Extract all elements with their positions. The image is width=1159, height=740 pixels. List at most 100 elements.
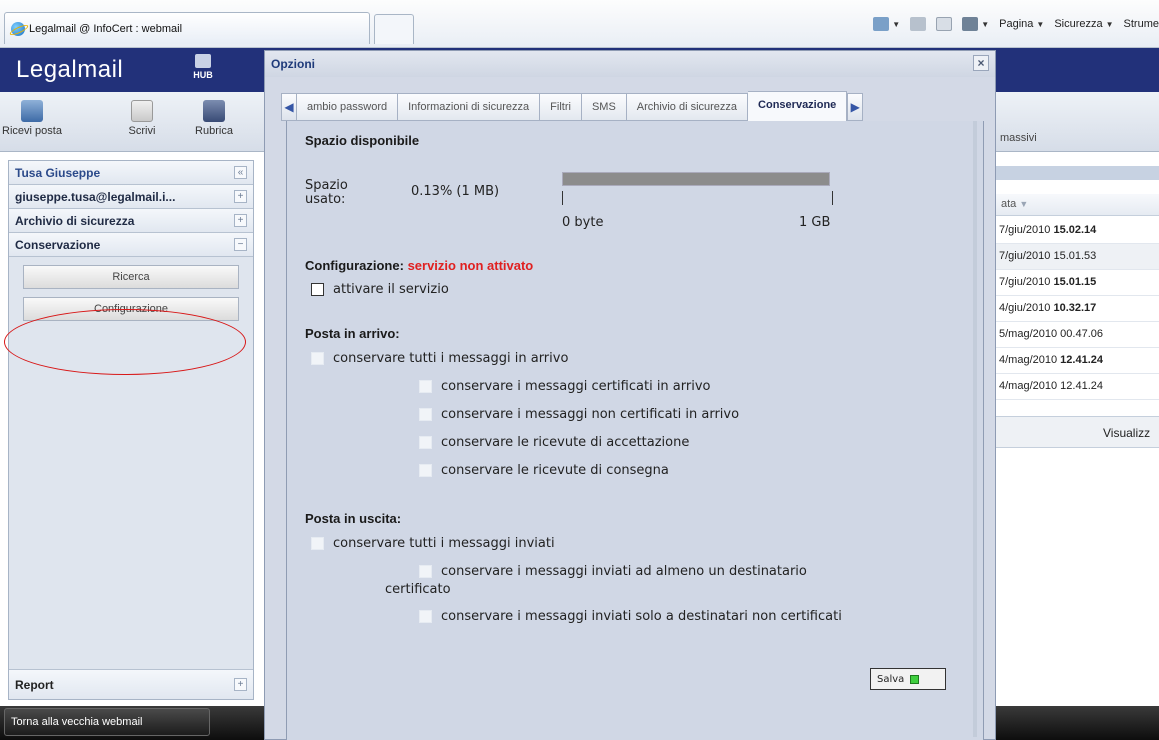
used-label-line1: Spazio (305, 178, 348, 193)
new-tab-button[interactable] (374, 14, 414, 44)
conservation-panel (286, 121, 984, 740)
table-row[interactable]: 7/giu/2010 15.01.53 (995, 244, 1159, 270)
massivi-label[interactable]: massivi (1000, 132, 1037, 144)
write-button[interactable]: Scrivi (112, 100, 172, 137)
row-date: 4/mag/2010 (999, 380, 1058, 392)
ie-logo-icon (11, 21, 25, 36)
printer-icon (962, 17, 979, 31)
config-status: servizio non attivato (407, 258, 534, 273)
configuration-button[interactable]: Configurazione (23, 297, 239, 321)
space-title: Spazio disponibile (305, 133, 420, 148)
hub-label: HUB (193, 70, 213, 80)
incoming-certified-label: conservare i messaggi certificati in arr… (441, 379, 711, 394)
collapse-minus-icon[interactable]: − (234, 238, 247, 251)
close-icon[interactable]: × (973, 55, 989, 71)
row-time: 12.41.24 (1060, 354, 1103, 366)
hub-icon (195, 54, 211, 68)
table-row[interactable]: 7/giu/2010 15.02.14 (995, 218, 1159, 244)
tab-change-password[interactable]: ambio password (297, 93, 399, 121)
row-time: 15.01.15 (1053, 276, 1097, 288)
scale-max-label: 1 GB (799, 215, 831, 230)
tab-scroll-right-icon[interactable]: ▶ (847, 93, 864, 121)
delivery-receipts-checkbox[interactable] (419, 464, 432, 477)
sort-down-icon: ▼ (1019, 199, 1029, 209)
feeds-button[interactable] (910, 17, 927, 31)
message-list: ata ▼ 7/giu/2010 15.02.14 7/giu/2010 15.… (995, 152, 1159, 706)
row-date: 7/giu/2010 (999, 224, 1051, 236)
browser-tab[interactable]: Legalmail @ InfoCert : webmail (4, 12, 370, 44)
view-button[interactable]: Visualizz (995, 416, 1159, 448)
tab-conservation[interactable]: Conservazione (748, 91, 848, 121)
tab-filters[interactable]: Filtri (540, 93, 582, 121)
tab-security-archive[interactable]: Archivio di sicurezza (626, 93, 749, 121)
table-row[interactable]: 4/mag/2010 12.41.24 (995, 374, 1159, 400)
usage-progress-fill (563, 173, 829, 185)
incoming-certified-checkbox[interactable] (419, 380, 432, 393)
write-label: Scrivi (128, 125, 156, 137)
used-value: 0.13% (1 MB) (411, 184, 500, 199)
row-date: 4/giu/2010 (999, 302, 1051, 314)
expand-icon[interactable]: + (234, 678, 247, 691)
incoming-non-certified-checkbox[interactable] (419, 408, 432, 421)
dialog-title-bar: Opzioni × (265, 51, 995, 77)
table-row[interactable]: 5/mag/2010 00.47.06 (995, 322, 1159, 348)
tab-security-info[interactable]: Informazioni di sicurezza (398, 93, 541, 121)
message-list-header-band (995, 166, 1159, 180)
table-row[interactable]: 4/giu/2010 10.32.17 (995, 296, 1159, 322)
tab-sms[interactable]: SMS (581, 93, 627, 121)
old-webmail-button[interactable]: Torna alla vecchia webmail (4, 708, 210, 736)
incoming-all-checkbox[interactable] (311, 352, 324, 365)
activate-service-checkbox[interactable] (311, 283, 324, 296)
row-date: 7/giu/2010 (999, 250, 1051, 262)
security-menu[interactable]: Sicurezza ▼ (1054, 18, 1113, 30)
outgoing-certified-label-line2: certificato (385, 582, 451, 597)
tools-menu-label: Strume (1123, 18, 1159, 30)
options-dialog: Opzioni × ◀ ambio password Informazioni … (264, 50, 996, 740)
browser-toolbar: Legalmail @ InfoCert : webmail ▼ ▼ Pagin… (0, 0, 1159, 48)
row-time: 15.02.14 (1053, 224, 1097, 236)
expand-icon[interactable]: + (234, 214, 247, 227)
tab-scroll-left-icon[interactable]: ◀ (281, 93, 297, 121)
print-button[interactable]: ▼ (962, 17, 989, 31)
receive-mail-label: Ricevi posta (2, 125, 62, 137)
chevron-down-icon: ▼ (892, 19, 901, 29)
scale-tick-end (832, 191, 833, 205)
collapse-icon[interactable]: « (234, 166, 247, 179)
security-menu-label: Sicurezza (1054, 18, 1103, 30)
config-title: Configurazione: servizio non attivato (305, 258, 533, 273)
outgoing-certified-checkbox[interactable] (419, 565, 432, 578)
acceptance-receipts-label: conservare le ricevute di accettazione (441, 435, 690, 450)
outgoing-non-certified-label: conservare i messaggi inviati solo a des… (441, 609, 842, 624)
receive-mail-button[interactable]: Ricevi posta (2, 100, 62, 137)
page-menu[interactable]: Pagina ▼ (999, 18, 1044, 30)
scale-tick-start (562, 191, 563, 205)
acceptance-receipts-checkbox[interactable] (419, 436, 432, 449)
receive-mail-icon (21, 100, 43, 122)
sidebar-item-conservation[interactable]: Conservazione − (9, 233, 253, 257)
contacts-button[interactable]: Rubrica (184, 100, 244, 137)
table-row[interactable]: 7/giu/2010 15.01.15 (995, 270, 1159, 296)
sidebar-item-archive[interactable]: Archivio di sicurezza + (9, 209, 253, 233)
save-button[interactable]: Salva (870, 668, 946, 690)
table-row[interactable]: 4/mag/2010 12.41.24 (995, 348, 1159, 374)
home-icon (873, 17, 890, 31)
date-column-header[interactable]: ata ▼ (995, 194, 1159, 216)
usage-progress-bar (562, 172, 830, 186)
sidebar-item-account[interactable]: giuseppe.tusa@legalmail.i... + (9, 185, 253, 209)
chevron-down-icon: ▼ (1105, 19, 1114, 29)
home-button[interactable]: ▼ (873, 17, 900, 31)
outgoing-all-checkbox[interactable] (311, 537, 324, 550)
row-time: 15.01.53 (1053, 250, 1097, 262)
incoming-all-label: conservare tutti i messaggi in arrivo (333, 351, 569, 366)
search-button[interactable]: Ricerca (23, 265, 239, 289)
tools-menu[interactable]: Strume (1124, 18, 1159, 30)
browser-tab-title: Legalmail @ InfoCert : webmail (29, 22, 183, 35)
conservation-label: Conservazione (15, 237, 101, 252)
expand-icon[interactable]: + (234, 190, 247, 203)
outgoing-non-certified-checkbox[interactable] (419, 610, 432, 623)
mail-button[interactable] (936, 17, 953, 31)
options-tabs: ◀ ambio password Informazioni di sicurez… (281, 91, 981, 121)
chevron-down-icon: ▼ (1036, 19, 1045, 29)
archive-label: Archivio di sicurezza (15, 213, 135, 228)
sidebar-item-report[interactable]: Report + (9, 669, 253, 699)
